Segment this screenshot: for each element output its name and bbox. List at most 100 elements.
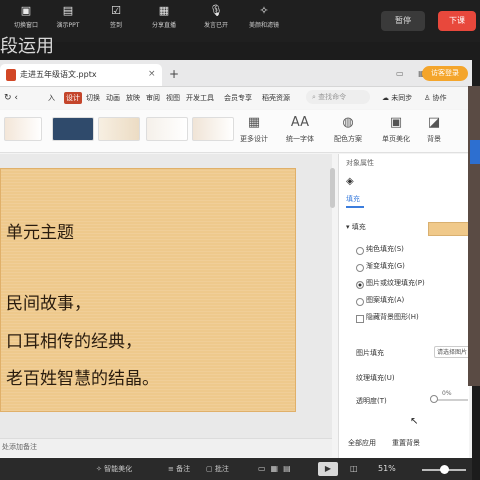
picture-fill-label: 图片填充 — [356, 349, 384, 357]
pattern-fill-radio[interactable] — [356, 298, 364, 306]
menu-member[interactable]: 会员专享 — [224, 92, 252, 104]
hide-background-checkbox[interactable] — [356, 315, 364, 323]
menu-view[interactable]: 视图 — [166, 92, 180, 104]
active-tab-indicator — [346, 206, 364, 208]
beauty-filter-label: 美颜和滤镜 — [248, 22, 279, 29]
solid-fill-label: 纯色填充(S) — [366, 245, 404, 253]
picture-texture-fill-radio[interactable] — [356, 281, 364, 289]
pause-button[interactable]: 暂停 — [381, 11, 425, 31]
notes-placeholder: 处添加备注 — [2, 443, 37, 451]
menu-docer[interactable]: 稻壳资源 — [262, 92, 290, 104]
unify-font-button[interactable]: AA 统一字体 — [282, 114, 318, 144]
zoom-slider-knob[interactable] — [440, 465, 449, 474]
template-thumbnail[interactable] — [98, 117, 140, 141]
status-bar — [0, 458, 472, 480]
comment-icon: ▢ — [206, 465, 215, 473]
comments-label: 批注 — [214, 465, 229, 473]
webcam-clothing — [470, 140, 480, 164]
view-mode-icons[interactable]: ▭▦▤ — [258, 463, 296, 474]
fill-bucket-icon[interactable]: ◈ — [346, 176, 354, 187]
command-search-input[interactable]: ⌕ 查找命令 — [306, 90, 370, 104]
share-live-label: 分享直播 — [151, 22, 176, 29]
teacher-webcam — [468, 86, 480, 386]
apply-all-button[interactable]: 全部应用 — [348, 438, 376, 449]
background-button[interactable]: ◪ 背景 — [416, 114, 452, 144]
unify-font-label: 统一字体 — [286, 135, 314, 143]
smart-beautify-label: 智能美化 — [104, 465, 133, 473]
fill-section-label: 填充 — [351, 223, 366, 231]
single-page-beautify-button[interactable]: ▣ 单页美化 — [378, 114, 414, 144]
beauty-filter-button[interactable]: ✧ 美颜和滤镜 — [236, 4, 292, 30]
menu-animation[interactable]: 动画 — [106, 92, 120, 104]
fill-color-swatch[interactable] — [428, 222, 470, 236]
color-scheme-button[interactable]: ◍ 配色方案 — [330, 114, 366, 144]
share-icon: ▦ — [158, 4, 170, 17]
collaborate-button[interactable]: ♙ 协作 — [424, 92, 447, 104]
hide-background-label: 隐藏背景图形(H) — [366, 313, 419, 321]
new-tab-icon[interactable]: + — [169, 66, 179, 82]
menu-insert[interactable]: 入 — [48, 92, 55, 104]
unsynced-label: 未同步 — [391, 94, 413, 102]
more-design-label: 更多设计 — [240, 135, 268, 143]
menu-developer[interactable]: 开发工具 — [186, 92, 214, 104]
user-icon: ♙ — [424, 94, 431, 102]
transparency-value: 0% — [442, 390, 452, 397]
document-tab-title: 走进五年级语文.pptx — [20, 70, 97, 79]
reset-background-button[interactable]: 重置背景 — [392, 438, 420, 449]
template-thumbnail[interactable] — [52, 117, 94, 141]
template-thumbnail[interactable] — [4, 117, 42, 141]
template-thumbnail[interactable] — [146, 117, 188, 141]
notes-label: 备注 — [176, 465, 191, 473]
background-icon: ◪ — [427, 115, 441, 130]
present-ppt-label: 演示PPT — [56, 22, 80, 29]
beautify-icon: ▣ — [389, 115, 403, 130]
menu-review[interactable]: 审阅 — [146, 92, 160, 104]
pattern-fill-label: 图案填充(A) — [366, 296, 405, 304]
vertical-scrollbar[interactable] — [330, 168, 335, 208]
panel-title: 对象属性 — [346, 159, 374, 167]
switch-window-label: 切换窗口 — [13, 22, 38, 29]
menu-transition[interactable]: 切换 — [86, 92, 100, 104]
ppt-file-icon — [6, 69, 16, 81]
comments-button[interactable]: ▢ 批注 — [206, 464, 229, 475]
picture-texture-fill-label: 图片或纹理填充(P) — [366, 279, 425, 287]
play-slideshow-button[interactable]: ▶ — [318, 462, 338, 476]
zoom-out-icon[interactable]: ◫ — [350, 463, 358, 474]
guest-login-button[interactable]: 访客登录 — [422, 66, 468, 81]
search-placeholder: 查找命令 — [318, 93, 347, 101]
fill-section-header[interactable]: ▾ 填充 — [346, 222, 366, 233]
grid-icon: ▦ — [247, 115, 261, 130]
mouse-cursor-icon: ↖ — [410, 416, 419, 427]
palette-icon: ◍ — [342, 115, 354, 130]
notes-icon: ≡ — [168, 465, 177, 473]
sign-in-label: 签到 — [109, 22, 122, 29]
collaborate-label: 协作 — [432, 94, 447, 102]
cloud-icon: ☁ — [382, 94, 389, 102]
more-design-button[interactable]: ▦ 更多设计 — [236, 114, 272, 144]
color-scheme-label: 配色方案 — [334, 135, 362, 143]
gradient-fill-radio[interactable] — [356, 264, 364, 272]
beautify-icon: ✧ — [96, 465, 105, 473]
zoom-level: 51% — [378, 464, 396, 473]
transparency-label: 透明度(T) — [356, 397, 387, 405]
close-tab-icon[interactable]: × — [148, 67, 156, 81]
smart-beautify-button[interactable]: ✧ 智能美化 — [96, 464, 132, 475]
end-class-button[interactable]: 下课 — [438, 11, 476, 31]
notes-toggle-button[interactable]: ≡ 备注 — [168, 464, 190, 475]
notes-bar[interactable] — [0, 438, 332, 457]
menu-design[interactable]: 设计 — [64, 92, 82, 104]
share-live-button[interactable]: ▦ 分享直播 — [136, 4, 192, 30]
unsynced-status[interactable]: ☁ 未同步 — [382, 92, 412, 104]
slide-line: 口耳相传的经典， — [6, 332, 142, 352]
refresh-icon[interactable]: ↻ ‹ — [4, 92, 18, 104]
background-label: 背景 — [427, 135, 441, 143]
menu-slideshow[interactable]: 放映 — [126, 92, 140, 104]
solid-fill-radio[interactable] — [356, 247, 364, 255]
transparency-slider-knob[interactable] — [430, 395, 438, 403]
texture-fill-label[interactable]: 纹理填充(U) — [356, 373, 395, 384]
fill-tab[interactable]: 填充 — [346, 194, 360, 205]
mic-label: 发言已开 — [203, 22, 228, 29]
gradient-fill-label: 渐变填充(G) — [366, 262, 405, 270]
picture-fill-select[interactable]: 请选择图片 — [434, 346, 470, 358]
template-thumbnail[interactable] — [192, 117, 234, 141]
